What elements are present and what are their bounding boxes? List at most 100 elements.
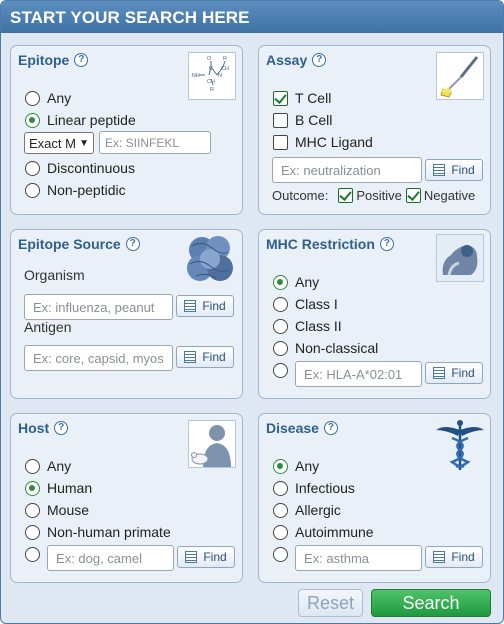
host-option-primate[interactable]: Non-human primate — [25, 524, 171, 540]
disease-find-button[interactable]: Find — [425, 546, 483, 568]
chemical-structure-icon: ·NH O C R CH CH R N — [188, 52, 236, 100]
mhc-molecule-icon — [436, 234, 484, 282]
epitope-discontinuous-radio[interactable] — [25, 160, 40, 176]
host-mouse-radio[interactable] — [25, 502, 40, 518]
mhc-option-custom[interactable] — [273, 363, 288, 378]
epitope-option-any[interactable]: Any — [25, 90, 71, 106]
outcome-row: Outcome: Positive Negative — [272, 188, 475, 203]
mhc-class1-radio[interactable] — [273, 296, 288, 312]
antigen-find-button[interactable]: Find — [176, 346, 234, 368]
host-custom-input[interactable] — [47, 545, 174, 571]
epitope-option-linear[interactable]: Linear peptide — [25, 112, 136, 128]
host-option-mouse[interactable]: Mouse — [25, 502, 89, 518]
epitope-nonpeptidic-radio[interactable] — [25, 182, 40, 198]
list-icon — [433, 551, 446, 563]
assay-option-tcell[interactable]: T Cell — [273, 90, 331, 106]
host-find-button[interactable]: Find — [177, 546, 235, 568]
svg-text:·NH: ·NH — [190, 73, 200, 79]
epitope-any-label: Any — [47, 90, 72, 106]
chevron-down-icon: ▼ — [79, 137, 89, 149]
disease-option-autoimmune[interactable]: Autoimmune — [273, 524, 374, 540]
mhc-option-class1[interactable]: Class I — [273, 296, 338, 312]
disease-custom-radio[interactable] — [273, 547, 288, 562]
mhc-option-any[interactable]: Any — [273, 274, 319, 290]
assay-option-bcell[interactable]: B Cell — [273, 112, 332, 128]
epitope-option-discontinuous[interactable]: Discontinuous — [25, 160, 135, 176]
epitope-source-title: Epitope Source — [18, 236, 121, 252]
mhc-class1-label: Class I — [295, 296, 338, 312]
host-any-label: Any — [47, 458, 72, 474]
host-option-custom[interactable] — [25, 547, 40, 562]
caduceus-icon — [434, 418, 486, 472]
disease-any-radio[interactable] — [273, 458, 288, 474]
mhc-any-radio[interactable] — [273, 274, 288, 290]
disease-panel: Disease ? Any Infectious Allergic Autoim… — [258, 413, 491, 583]
mhc-title-wrap: MHC Restriction ? — [266, 236, 394, 252]
host-help-icon[interactable]: ? — [54, 421, 69, 435]
disease-option-infectious[interactable]: Infectious — [273, 480, 355, 496]
search-button[interactable]: Search — [371, 589, 491, 617]
disease-allergic-label: Allergic — [295, 502, 341, 518]
epitope-any-radio[interactable] — [25, 90, 40, 106]
host-custom-radio[interactable] — [25, 547, 40, 562]
assay-tcell-label: T Cell — [295, 90, 332, 106]
assay-bcell-checkbox[interactable] — [273, 112, 288, 128]
epitope-source-help-icon[interactable]: ? — [125, 237, 140, 251]
disease-option-any[interactable]: Any — [273, 458, 319, 474]
assay-tcell-checkbox[interactable] — [273, 90, 288, 106]
assay-find-label: Find — [451, 163, 475, 177]
widget-header: START YOUR SEARCH HERE — [1, 1, 503, 33]
host-primate-radio[interactable] — [25, 524, 40, 540]
mhc-help-icon[interactable]: ? — [379, 237, 394, 251]
epitope-title-wrap: Epitope ? — [18, 52, 89, 68]
assay-mhcligand-label: MHC Ligand — [295, 134, 373, 150]
mhc-nonclassical-radio[interactable] — [273, 340, 288, 356]
mhc-panel: MHC Restriction ? Any Class I Class II N… — [258, 229, 491, 399]
assay-search-input[interactable] — [272, 157, 422, 183]
epitope-linear-radio[interactable] — [25, 112, 40, 128]
host-option-any[interactable]: Any — [25, 458, 71, 474]
disease-allergic-radio[interactable] — [273, 502, 288, 518]
assay-help-icon[interactable]: ? — [312, 53, 327, 67]
mhc-option-class2[interactable]: Class II — [273, 318, 342, 334]
epitope-option-nonpeptidic[interactable]: Non-peptidic — [25, 182, 126, 198]
epitope-title: Epitope — [18, 52, 70, 68]
mhc-any-label: Any — [295, 274, 320, 290]
mhc-class2-radio[interactable] — [273, 318, 288, 334]
disease-infectious-label: Infectious — [295, 480, 355, 496]
organism-input[interactable] — [24, 294, 173, 320]
disease-help-icon[interactable]: ? — [323, 421, 338, 435]
mhc-option-nonclassical[interactable]: Non-classical — [273, 340, 378, 356]
reset-button[interactable]: Reset — [298, 589, 363, 617]
assay-find-button[interactable]: Find — [425, 159, 483, 181]
host-title-wrap: Host ? — [18, 420, 69, 436]
outcome-negative-checkbox[interactable] — [405, 188, 421, 203]
disease-option-custom[interactable] — [273, 547, 288, 562]
match-type-select[interactable]: Exact M ▼ — [24, 132, 94, 154]
disease-infectious-radio[interactable] — [273, 480, 288, 496]
host-panel: Host ? Any Human Mouse Non-human primate… — [10, 413, 243, 583]
host-option-human[interactable]: Human — [25, 480, 92, 496]
epitope-help-icon[interactable]: ? — [74, 53, 89, 67]
host-title: Host — [18, 420, 50, 436]
list-icon — [433, 367, 446, 379]
host-mouse-label: Mouse — [47, 502, 90, 518]
disease-custom-input[interactable] — [295, 545, 422, 571]
epitope-panel: Epitope ? ·NH O C R CH CH RN Any Linear … — [10, 45, 243, 215]
mhc-custom-input[interactable] — [295, 361, 422, 387]
list-icon — [185, 551, 198, 563]
antigen-input[interactable] — [24, 345, 173, 371]
host-any-radio[interactable] — [25, 458, 40, 474]
mhc-find-button[interactable]: Find — [425, 362, 483, 384]
epitope-source-title-wrap: Epitope Source ? — [18, 236, 140, 252]
mhc-custom-radio[interactable] — [273, 363, 288, 378]
assay-mhcligand-checkbox[interactable] — [273, 134, 288, 150]
outcome-positive-checkbox[interactable] — [338, 188, 354, 203]
assay-option-mhcligand[interactable]: MHC Ligand — [273, 134, 373, 150]
disease-option-allergic[interactable]: Allergic — [273, 502, 341, 518]
epitope-sequence-input[interactable] — [99, 131, 211, 154]
host-human-radio[interactable] — [25, 480, 40, 496]
antigen-label: Antigen — [24, 319, 72, 335]
organism-find-button[interactable]: Find — [176, 295, 234, 317]
disease-autoimmune-radio[interactable] — [273, 524, 288, 540]
